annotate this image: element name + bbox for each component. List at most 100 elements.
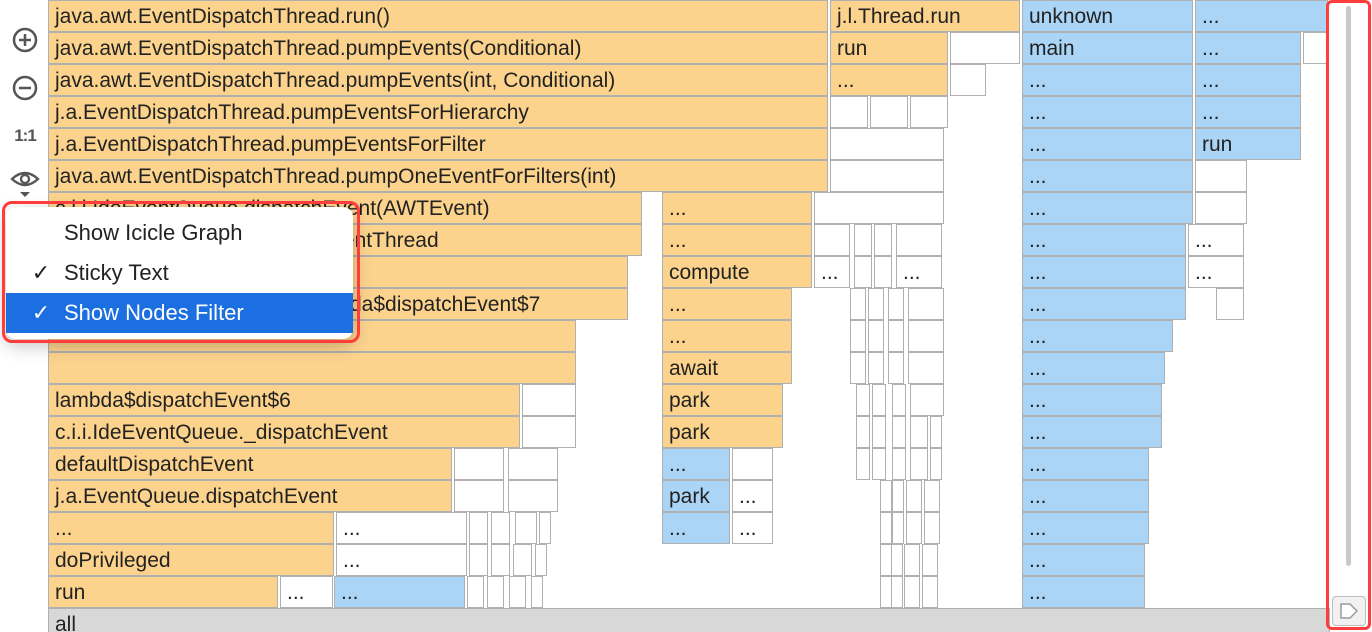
flame-span[interactable]: unknown (1022, 0, 1193, 32)
overview-scrollbar[interactable] (1332, 6, 1366, 626)
flame-span[interactable] (922, 544, 938, 576)
flame-span[interactable]: ... (336, 544, 467, 576)
flame-span[interactable] (892, 448, 906, 480)
flame-span[interactable]: park (662, 416, 783, 448)
flame-span[interactable] (454, 448, 504, 480)
flame-span[interactable] (856, 384, 870, 416)
flame-span[interactable] (491, 512, 510, 544)
flame-span[interactable]: await (662, 352, 792, 384)
flame-span[interactable] (856, 416, 870, 448)
zoom-out-button[interactable] (7, 70, 43, 106)
flame-span[interactable] (891, 576, 903, 608)
flame-span[interactable] (508, 480, 558, 512)
flame-span[interactable]: ... (1022, 96, 1193, 128)
flame-span[interactable] (513, 544, 532, 576)
flame-span[interactable] (491, 544, 510, 576)
flame-span[interactable]: ... (830, 64, 948, 96)
flame-span[interactable] (1195, 192, 1247, 224)
flame-span[interactable] (888, 320, 904, 352)
flame-span[interactable]: ... (1022, 384, 1162, 416)
visibility-dropdown-button[interactable] (7, 166, 43, 202)
flame-span[interactable] (830, 96, 868, 128)
menu-item-sticky-text[interactable]: ✓ Sticky Text (6, 253, 353, 293)
flame-span[interactable] (509, 576, 526, 608)
flame-span[interactable]: j.l.Thread.run (830, 0, 1020, 32)
flame-span[interactable]: lambda$dispatchEvent$6 (48, 384, 520, 416)
flame-span[interactable]: j.a.EventDispatchThread.pumpEventsForHie… (48, 96, 828, 128)
flame-span[interactable]: ... (732, 480, 773, 512)
flame-span[interactable] (880, 480, 892, 512)
flame-span[interactable] (48, 352, 576, 384)
flame-span[interactable] (892, 384, 906, 416)
flame-span[interactable] (872, 416, 886, 448)
flame-span[interactable]: run (1195, 128, 1301, 160)
flame-span[interactable] (850, 352, 866, 384)
flame-span[interactable]: ... (1022, 64, 1193, 96)
flame-span[interactable]: ... (1022, 544, 1145, 576)
flame-span[interactable] (469, 544, 488, 576)
flame-span[interactable] (854, 256, 872, 288)
flame-span[interactable] (830, 128, 944, 160)
flame-span[interactable]: ... (1022, 288, 1186, 320)
flame-span[interactable]: ... (1022, 576, 1145, 608)
flame-span[interactable] (469, 512, 488, 544)
flame-span[interactable] (908, 352, 944, 384)
flame-span[interactable]: ... (732, 512, 773, 544)
flame-root-span[interactable]: all (48, 608, 1330, 632)
flame-span[interactable] (830, 160, 944, 192)
flame-span[interactable] (908, 320, 944, 352)
flame-span[interactable]: doPrivileged (48, 544, 334, 576)
flame-span[interactable] (454, 480, 504, 512)
flame-span[interactable]: ... (814, 256, 850, 288)
flame-span[interactable]: ... (336, 512, 467, 544)
flame-span[interactable]: j.a.EventDispatchThread.pumpEventsForFil… (48, 128, 828, 160)
flame-span[interactable]: java.awt.EventDispatchThread.pumpEvents(… (48, 64, 828, 96)
flame-span[interactable] (910, 416, 928, 448)
flame-span[interactable]: java.awt.EventDispatchThread.run() (48, 0, 828, 32)
flame-span[interactable] (908, 288, 944, 320)
flame-span[interactable]: c.i.i.IdeEventQueue._dispatchEvent (48, 416, 520, 448)
flame-span[interactable] (880, 512, 892, 544)
flame-span[interactable] (904, 576, 920, 608)
flame-span[interactable]: run (830, 32, 948, 64)
flame-span[interactable]: run (48, 576, 278, 608)
flame-span[interactable] (487, 576, 504, 608)
flame-span[interactable]: ... (1188, 256, 1244, 288)
flame-span[interactable] (950, 32, 1020, 64)
flame-span[interactable] (891, 544, 903, 576)
flame-span[interactable] (896, 224, 942, 256)
flame-span[interactable] (888, 288, 904, 320)
flame-span[interactable] (868, 352, 884, 384)
flame-span[interactable] (906, 512, 922, 544)
flame-span[interactable] (892, 480, 904, 512)
flame-span[interactable]: ... (662, 192, 812, 224)
flame-span[interactable]: ... (1022, 512, 1149, 544)
flame-span[interactable] (910, 384, 944, 416)
flame-span[interactable] (531, 576, 543, 608)
flame-span[interactable] (854, 224, 872, 256)
flame-span[interactable] (924, 480, 940, 512)
flame-span[interactable]: park (662, 384, 783, 416)
flame-span[interactable] (856, 448, 870, 480)
flame-span[interactable] (814, 224, 850, 256)
flame-span[interactable]: ... (1195, 0, 1328, 32)
flame-span[interactable]: ... (1195, 32, 1301, 64)
flame-span[interactable]: ... (662, 320, 792, 352)
flame-span[interactable]: ... (1195, 64, 1301, 96)
flame-span[interactable]: ... (896, 256, 942, 288)
flame-span[interactable] (872, 384, 886, 416)
flame-span[interactable]: ... (1022, 160, 1193, 192)
flame-span[interactable]: ... (1022, 352, 1165, 384)
flame-span[interactable]: ... (1022, 480, 1149, 512)
flame-span[interactable]: ... (662, 512, 730, 544)
flame-span[interactable] (732, 448, 773, 480)
zoom-in-button[interactable] (7, 22, 43, 58)
flame-span[interactable] (888, 352, 904, 384)
flame-span[interactable] (522, 416, 576, 448)
flame-span[interactable] (910, 96, 948, 128)
flame-span[interactable]: ... (662, 448, 730, 480)
flame-span[interactable] (508, 448, 558, 480)
flame-span[interactable]: compute (662, 256, 812, 288)
flame-span[interactable] (1195, 160, 1247, 192)
flame-span[interactable]: defaultDispatchEvent (48, 448, 452, 480)
